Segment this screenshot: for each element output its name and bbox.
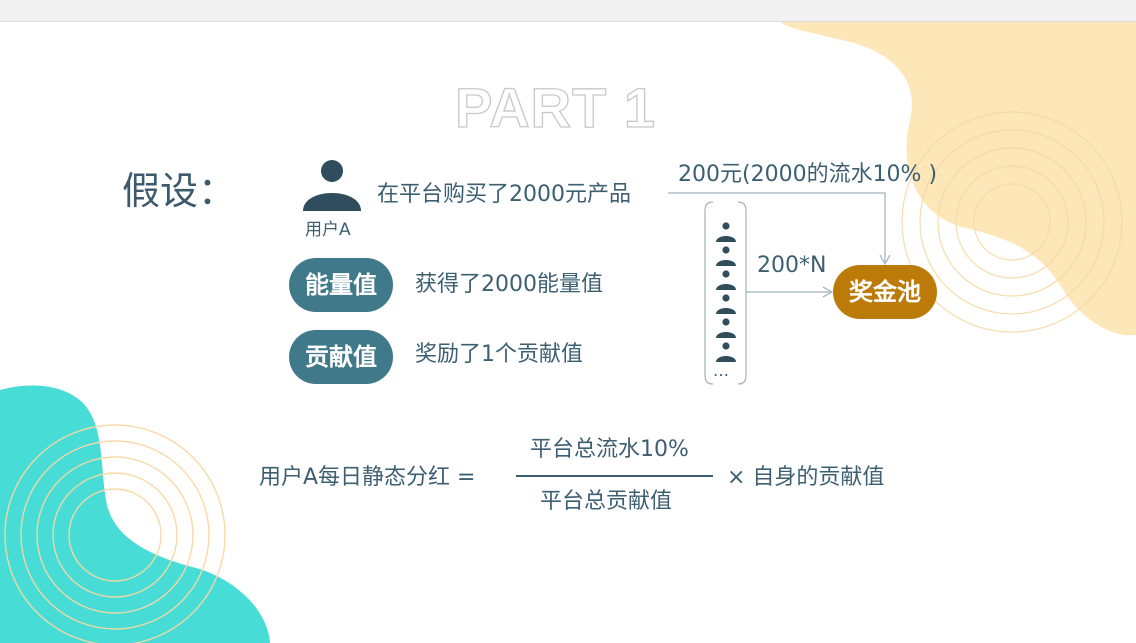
fraction-line [516,475,713,477]
contribution-pill: 贡献值 [289,330,393,384]
person-icon [716,222,736,242]
part-title: PART 1 [454,76,656,139]
user-label: 用户A [305,220,351,240]
formula-numerator: 平台总流水10% [530,437,689,462]
assumption-label: 假设： [122,169,237,213]
person-icon [716,270,736,290]
energy-pill: 能量值 [289,258,393,312]
bonus-pool: 奖金池 [833,265,937,319]
arrow-users-to-pool [746,286,834,298]
formula-left: 用户A每日静态分红 = [259,465,476,490]
person-icon [716,318,736,338]
flow-top-text: 200元(2000的流水10% ) [678,162,938,187]
user-group-icons [716,222,736,362]
contribution-desc: 奖励了1个贡献值 [415,342,583,367]
person-icon [716,342,736,362]
formula-denominator: 平台总贡献值 [540,489,673,514]
person-icon [716,246,736,266]
purchase-text: 在平台购买了2000元产品 [377,182,631,207]
flow-multi-text: 200*N [757,253,827,278]
person-icon [716,294,736,314]
formula-right: × 自身的贡献值 [727,465,885,490]
energy-desc: 获得了2000能量值 [415,272,603,297]
user-icon [303,160,361,211]
user-group-ellipsis: … [713,361,730,380]
